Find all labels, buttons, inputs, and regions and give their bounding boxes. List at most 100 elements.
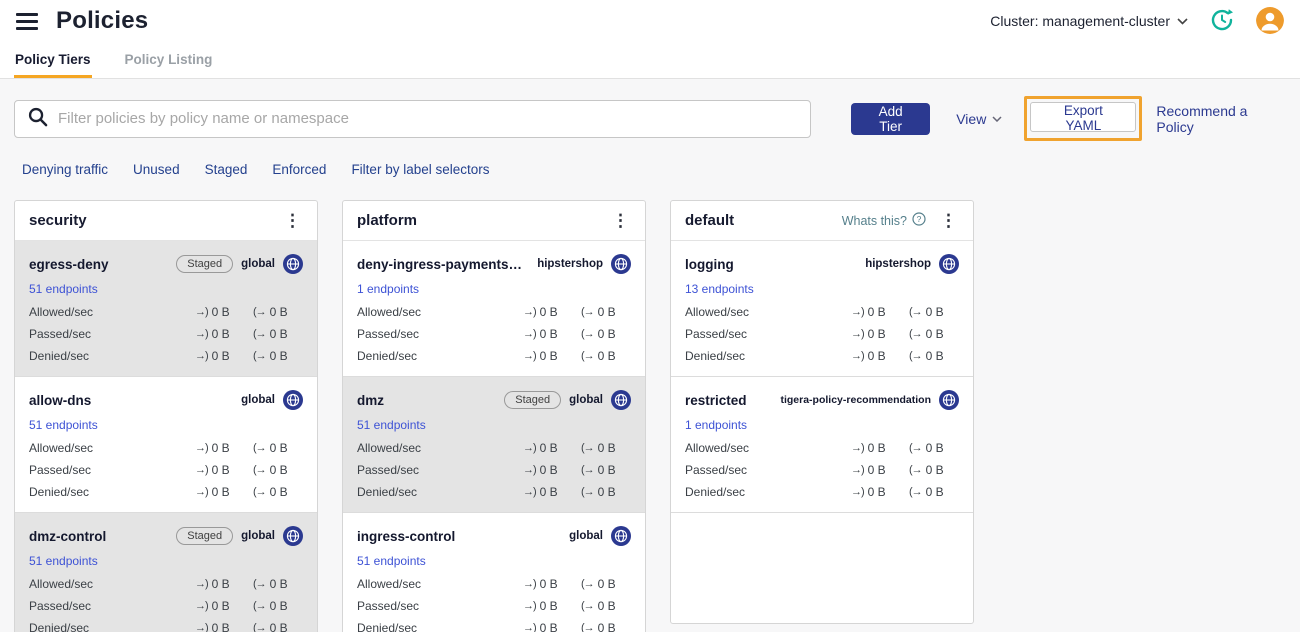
ingress-bytes-icon xyxy=(851,306,864,318)
scope-label: global xyxy=(569,530,603,542)
policy-card-restricted[interactable]: restricted tigera-policy-recommendation … xyxy=(671,377,973,513)
ingress-bytes-value: 0 B xyxy=(539,349,558,363)
policy-card-logging[interactable]: logging hipstershop 13 endpoints Allowed… xyxy=(671,241,973,377)
policy-name[interactable]: dmz-control xyxy=(29,529,106,544)
ingress-bytes-value: 0 B xyxy=(211,599,230,613)
traffic-label: Allowed/sec xyxy=(357,305,422,319)
ingress-bytes-value: 0 B xyxy=(211,577,230,591)
user-avatar[interactable] xyxy=(1256,7,1284,35)
traffic-row: Allowed/sec 0 B 0 B xyxy=(29,573,303,595)
scope-label: global xyxy=(241,530,275,542)
egress-bytes-icon xyxy=(253,306,266,318)
kebab-menu-icon[interactable]: ⋮ xyxy=(282,212,303,229)
cluster-selector[interactable]: Cluster: management-cluster xyxy=(990,13,1188,29)
egress-bytes-value: 0 B xyxy=(597,463,616,477)
kebab-menu-icon[interactable]: ⋮ xyxy=(610,212,631,229)
policy-card-ingress-control[interactable]: ingress-control global 51 endpoints Allo… xyxy=(343,513,645,632)
ingress-bytes-icon xyxy=(523,486,536,498)
endpoints-link[interactable]: 1 endpoints xyxy=(357,282,419,296)
history-button[interactable] xyxy=(1208,6,1236,37)
endpoints-link[interactable]: 51 endpoints xyxy=(357,554,426,568)
ingress-bytes-icon xyxy=(195,442,208,454)
traffic-row: Denied/sec 0 B 0 B xyxy=(685,345,959,367)
policy-name[interactable]: restricted xyxy=(685,393,747,408)
egress-bytes-icon xyxy=(909,464,922,476)
filter-enforced[interactable]: Enforced xyxy=(272,162,326,177)
user-icon xyxy=(1256,7,1284,35)
policy-meta: hipstershop xyxy=(537,254,631,274)
view-dropdown[interactable]: View xyxy=(956,111,1002,127)
policy-card-header: logging hipstershop xyxy=(685,252,959,276)
policy-meta: global xyxy=(241,390,303,410)
globe-icon xyxy=(611,526,631,546)
tab-policy-listing[interactable]: Policy Listing xyxy=(124,42,214,78)
ingress-bytes-icon xyxy=(523,306,536,318)
ingress-bytes-value: 0 B xyxy=(539,441,558,455)
chevron-down-icon xyxy=(992,115,1002,122)
whats-this-link[interactable]: Whats this? ? xyxy=(842,212,926,229)
egress-bytes-value: 0 B xyxy=(925,441,944,455)
egress-bytes-value: 0 B xyxy=(925,463,944,477)
traffic-row: Allowed/sec 0 B 0 B xyxy=(357,437,631,459)
egress-bytes-icon xyxy=(253,350,266,362)
egress-bytes-icon xyxy=(253,578,266,590)
egress-bytes-value: 0 B xyxy=(597,577,616,591)
recommend-policy-link[interactable]: Recommend a Policy xyxy=(1156,103,1286,135)
policy-card-deny-ingress-paymentservice[interactable]: deny-ingress-paymentservi... hipstershop… xyxy=(343,241,645,377)
egress-bytes-icon xyxy=(581,442,594,454)
traffic-label: Passed/sec xyxy=(357,327,420,341)
view-label: View xyxy=(956,110,987,127)
ingress-bytes-icon xyxy=(523,328,536,340)
egress-bytes-icon xyxy=(253,622,266,632)
egress-bytes-icon xyxy=(909,442,922,454)
filter-denying-traffic[interactable]: Denying traffic xyxy=(22,162,108,177)
traffic-label: Denied/sec xyxy=(685,485,746,499)
policy-name[interactable]: deny-ingress-paymentservi... xyxy=(357,257,529,272)
export-yaml-button[interactable]: Export YAML xyxy=(1030,102,1137,133)
traffic-row: Allowed/sec 0 B 0 B xyxy=(357,301,631,323)
history-icon xyxy=(1208,6,1236,37)
policy-card-egress-deny[interactable]: egress-deny Staged global 51 endpoints A… xyxy=(15,241,317,377)
filter-label-selectors[interactable]: Filter by label selectors xyxy=(351,162,489,177)
filter-unused[interactable]: Unused xyxy=(133,162,180,177)
ingress-bytes-value: 0 B xyxy=(539,305,558,319)
endpoints-link[interactable]: 13 endpoints xyxy=(685,282,754,296)
add-tier-button[interactable]: Add Tier xyxy=(850,102,931,135)
ingress-bytes-value: 0 B xyxy=(867,349,886,363)
policy-card-header: deny-ingress-paymentservi... hipstershop xyxy=(357,252,631,276)
policy-card-allow-dns[interactable]: allow-dns global 51 endpoints Allowed/se… xyxy=(15,377,317,513)
endpoints-link[interactable]: 51 endpoints xyxy=(29,418,98,432)
policy-card-header: restricted tigera-policy-recommendation xyxy=(685,388,959,412)
search-input[interactable] xyxy=(58,110,798,127)
endpoints-link[interactable]: 51 endpoints xyxy=(29,554,98,568)
egress-bytes-value: 0 B xyxy=(269,305,288,319)
endpoints-link[interactable]: 51 endpoints xyxy=(29,282,98,296)
egress-bytes-value: 0 B xyxy=(925,305,944,319)
policy-name[interactable]: egress-deny xyxy=(29,257,109,272)
ingress-bytes-icon xyxy=(195,486,208,498)
policy-name[interactable]: logging xyxy=(685,257,734,272)
policy-card-dmz[interactable]: dmz Staged global 51 endpoints Allowed/s… xyxy=(343,377,645,513)
kebab-menu-icon[interactable]: ⋮ xyxy=(938,212,959,229)
hamburger-menu-icon[interactable] xyxy=(16,12,38,30)
traffic-label: Passed/sec xyxy=(685,463,748,477)
ingress-bytes-value: 0 B xyxy=(867,305,886,319)
tier-header: default Whats this? ? ⋮ xyxy=(671,201,973,241)
tier-column-security: security ⋮ egress-deny Staged global 51 … xyxy=(14,200,318,632)
policy-card-dmz-control[interactable]: dmz-control Staged global 51 endpoints A… xyxy=(15,513,317,632)
tab-policy-tiers[interactable]: Policy Tiers xyxy=(14,42,92,78)
ingress-bytes-icon xyxy=(523,622,536,632)
policy-name[interactable]: dmz xyxy=(357,393,384,408)
traffic-label: Allowed/sec xyxy=(685,441,750,455)
filter-staged[interactable]: Staged xyxy=(205,162,248,177)
policy-card-header: dmz-control Staged global xyxy=(29,524,303,548)
tier-header: security ⋮ xyxy=(15,201,317,241)
policy-name[interactable]: ingress-control xyxy=(357,529,455,544)
endpoints-link[interactable]: 51 endpoints xyxy=(357,418,426,432)
endpoints-link[interactable]: 1 endpoints xyxy=(685,418,747,432)
scope-label: global xyxy=(569,394,603,406)
scope-label: hipstershop xyxy=(537,258,603,270)
policy-name[interactable]: allow-dns xyxy=(29,393,91,408)
globe-icon xyxy=(611,254,631,274)
egress-bytes-icon xyxy=(581,486,594,498)
